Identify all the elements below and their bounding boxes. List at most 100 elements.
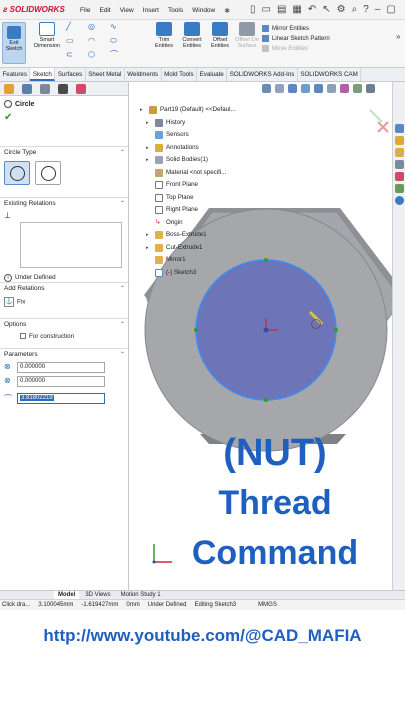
tree-item-solid-bodies[interactable]: ▸ Solid Bodies(1) [140, 154, 236, 167]
hide-show-icon[interactable] [327, 84, 336, 93]
tree-item-cut-extrude[interactable]: ▸ Cut-Extrude1 [140, 242, 236, 255]
menu-window[interactable]: Window [192, 7, 215, 15]
ribbon-expand-icon[interactable]: » [396, 32, 400, 41]
perimeter-circle-button[interactable] [35, 161, 61, 185]
relations-list[interactable] [20, 222, 122, 268]
parameters-header[interactable]: Parameters ⌃ [0, 348, 129, 360]
smart-dimension-button[interactable]: Smart Dimension [31, 22, 63, 49]
forum-icon[interactable] [394, 196, 404, 205]
circle-tool-icon[interactable]: ◎ [88, 23, 96, 31]
tab-features[interactable]: Features [0, 68, 31, 81]
graphics-area[interactable]: ▸ Part19 (Default) <<Defaul... ▸ History S… [130, 82, 392, 590]
center-x-field[interactable]: 0.000000 [17, 361, 105, 373]
config-manager-tab-icon[interactable] [40, 84, 50, 94]
existing-relations-header[interactable]: Existing Relations ⌃ [0, 197, 129, 209]
resources-icon[interactable] [394, 124, 404, 133]
appearances-icon[interactable] [394, 172, 404, 181]
tab-model[interactable]: Model [54, 591, 80, 599]
search-icon[interactable]: ⌕ [352, 4, 358, 15]
tree-item-sensors[interactable]: Sensors [140, 129, 236, 142]
ok-check-icon[interactable]: ✔ [0, 112, 128, 123]
units-selector[interactable]: MMGS [258, 602, 277, 608]
offset-on-surface-button[interactable]: Offset On Surface [234, 22, 260, 49]
new-document-icon[interactable]: ▯ [250, 4, 256, 15]
zoom-area-icon[interactable] [275, 84, 284, 93]
tab-addins[interactable]: SOLIDWORKS Add-Ins [227, 68, 298, 81]
circle-center-point[interactable] [263, 327, 269, 333]
menu-file[interactable]: File [80, 7, 90, 15]
tree-item-material[interactable]: Material <not specifi... [140, 167, 236, 180]
add-relations-header[interactable]: Add Relations ⌃ [0, 282, 129, 294]
tab-sketch[interactable]: Sketch [30, 68, 56, 81]
tree-item-top-plane[interactable]: Top Plane [140, 192, 236, 205]
for-construction-checkbox[interactable]: For construction [0, 330, 129, 343]
trim-entities-button[interactable]: Trim Entities [150, 22, 178, 49]
file-explorer-icon[interactable] [394, 148, 404, 157]
view-settings-icon[interactable] [366, 84, 375, 93]
view-palette-icon[interactable] [394, 160, 404, 169]
center-y-field[interactable]: 0.000000 [17, 375, 105, 387]
tree-part-node[interactable]: ▸ Part19 (Default) <<Defaul... [140, 104, 236, 117]
rectangle-icon[interactable]: ▭ [66, 37, 74, 45]
scene-icon[interactable] [353, 84, 362, 93]
confirm-corner-icon[interactable] [369, 109, 383, 123]
select-icon[interactable]: ↖ [322, 4, 330, 15]
undo-icon[interactable]: ↶ [308, 4, 316, 15]
tab-weldments[interactable]: Weldments [125, 68, 162, 81]
zoom-fit-icon[interactable] [262, 84, 271, 93]
move-entities-button[interactable]: Move Entities [262, 44, 330, 54]
radius-field[interactable]: 3.81802219 [17, 392, 105, 404]
tree-item-boss-extrude[interactable]: ▸ Boss-Extrude1 [140, 229, 236, 242]
polygon-icon[interactable]: ⬡ [88, 51, 96, 59]
fillet-icon[interactable]: ⌒ [110, 51, 118, 59]
feature-manager-tab-icon[interactable] [4, 84, 14, 94]
ellipse-icon[interactable]: ⬭ [110, 37, 118, 45]
tree-item-right-plane[interactable]: Right Plane [140, 204, 236, 217]
line-icon[interactable]: ╱ [66, 23, 74, 31]
tab-motion-study[interactable]: Motion Study 1 [117, 591, 165, 599]
center-circle-button[interactable] [4, 161, 30, 185]
pin-icon[interactable]: ✱ [224, 7, 230, 15]
custom-properties-icon[interactable] [394, 184, 404, 193]
convert-entities-button[interactable]: Convert Entities [178, 22, 206, 49]
section-view-icon[interactable] [288, 84, 297, 93]
menu-insert[interactable]: Insert [143, 7, 159, 15]
view-orientation-icon[interactable] [301, 84, 310, 93]
tree-item-annotations[interactable]: ▸ Annotations [140, 142, 236, 155]
mirror-entities-button[interactable]: Mirror Entities [262, 24, 330, 34]
minimize-icon[interactable]: – [375, 4, 381, 15]
tree-item-sketch3[interactable]: (-) Sketch3 [140, 267, 236, 280]
tree-item-history[interactable]: ▸ History [140, 117, 236, 130]
display-manager-tab-icon[interactable] [76, 84, 86, 94]
tab-mold-tools[interactable]: Mold Tools [162, 68, 198, 81]
circle-type-header[interactable]: Circle Type ⌃ [0, 146, 129, 158]
tab-cam[interactable]: SOLIDWORKS CAM [298, 68, 362, 81]
tab-3d-views[interactable]: 3D Views [81, 591, 114, 599]
tree-item-mirror[interactable]: Mirror1 [140, 254, 236, 267]
restore-icon[interactable]: ▢ [386, 4, 395, 15]
spline-icon[interactable]: ∿ [110, 23, 118, 31]
fix-relation-button[interactable]: ⚓ Fix [0, 294, 129, 310]
design-library-icon[interactable] [394, 136, 404, 145]
menu-edit[interactable]: Edit [99, 7, 110, 15]
offset-entities-button[interactable]: Offset Entities [206, 22, 234, 49]
print-icon[interactable]: ▦ [292, 4, 301, 15]
save-icon[interactable]: ▤ [277, 4, 286, 15]
tab-evaluate[interactable]: Evaluate [197, 68, 228, 81]
dimxpert-tab-icon[interactable] [58, 84, 68, 94]
quadrant-point-bottom[interactable] [264, 398, 268, 402]
property-manager-tab-icon[interactable] [22, 84, 32, 94]
display-style-icon[interactable] [314, 84, 323, 93]
linear-pattern-button[interactable]: Linear Sketch Pattern [262, 34, 330, 44]
tree-item-front-plane[interactable]: Front Plane [140, 179, 236, 192]
appearance-icon[interactable] [340, 84, 349, 93]
arc-icon[interactable]: ◠ [88, 37, 96, 45]
tree-item-origin[interactable]: ↳ Origin [140, 217, 236, 230]
options-icon[interactable]: ⚙ [337, 4, 346, 15]
exit-sketch-button[interactable]: Exit Sketch [2, 22, 26, 64]
slot-icon[interactable]: ⊂ [66, 51, 74, 59]
tab-sheet-metal[interactable]: Sheet Metal [86, 68, 125, 81]
quadrant-point-top[interactable] [264, 258, 268, 262]
quadrant-point-left[interactable] [194, 328, 198, 332]
options-header[interactable]: Options ⌃ [0, 318, 129, 330]
